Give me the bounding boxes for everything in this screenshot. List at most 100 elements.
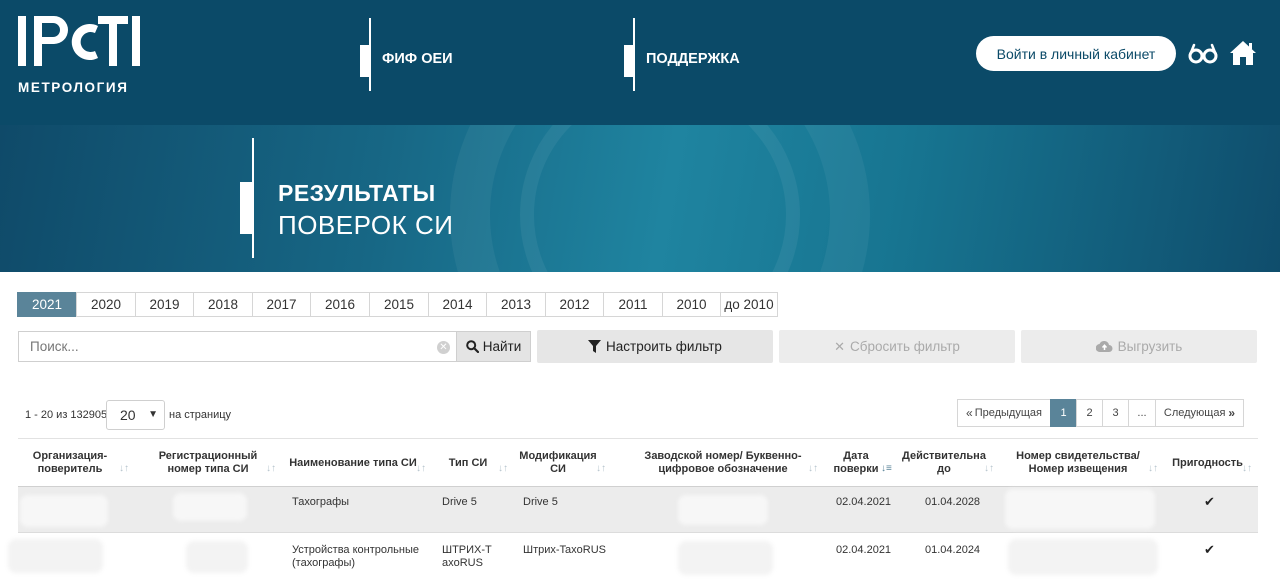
- double-chevron-left-icon: «: [966, 406, 973, 420]
- search-icon: [465, 340, 479, 353]
- sort-icon[interactable]: ↓↑: [596, 463, 606, 474]
- nav-label[interactable]: ПОДДЕРЖКА: [646, 51, 740, 67]
- page-title: РЕЗУЛЬТАТЫ: [278, 180, 436, 206]
- logo-subtitle: МЕТРОЛОГИЯ: [18, 80, 129, 95]
- banner-code-texture: [995, 127, 1280, 144]
- check-icon: ✔: [1204, 542, 1215, 557]
- column-header[interactable]: Дата поверки: [826, 439, 886, 487]
- nav-marker: [624, 45, 633, 77]
- nav-marker: [360, 45, 369, 77]
- next-page-button[interactable]: Следующая »: [1155, 399, 1244, 427]
- sort-icon[interactable]: ↓↑: [1242, 463, 1252, 474]
- filter-icon: [588, 340, 602, 353]
- banner-marker: [240, 182, 252, 234]
- find-button[interactable]: Найти: [456, 331, 531, 362]
- tab-year-2019[interactable]: 2019: [135, 292, 194, 317]
- tab-year-2012[interactable]: 2012: [545, 292, 604, 317]
- table-header: Организация-поверитель ↓↑ Регистрационны…: [18, 438, 1258, 487]
- clear-icon[interactable]: ✕: [437, 341, 450, 354]
- tab-year-2014[interactable]: 2014: [428, 292, 487, 317]
- column-header[interactable]: Номер свидетельства/ Номер извещения: [1013, 439, 1143, 487]
- cell-valid-until: 01.04.2028: [925, 496, 981, 508]
- redacted-cell: [186, 541, 248, 573]
- filter-label: Настроить фильтр: [606, 339, 722, 354]
- tab-year-2011[interactable]: 2011: [603, 292, 663, 317]
- sort-desc-icon[interactable]: ↓≡: [881, 463, 892, 474]
- tab-year-2010[interactable]: 2010: [662, 292, 721, 317]
- double-chevron-right-icon: »: [1228, 406, 1236, 420]
- column-header[interactable]: Организация-поверитель: [30, 439, 110, 487]
- nav-label[interactable]: ФИФ ОЕИ: [382, 51, 453, 67]
- cell-date: 02.04.2021: [836, 496, 892, 508]
- page-2-button[interactable]: 2: [1076, 399, 1103, 427]
- column-header[interactable]: Наименование типа СИ: [288, 439, 418, 487]
- reset-filter-button[interactable]: ✕ Сбросить фильтр: [779, 330, 1015, 363]
- check-icon: ✔: [1204, 494, 1215, 509]
- sort-icon[interactable]: ↓↑: [984, 463, 994, 474]
- nav-divider: [369, 18, 371, 91]
- page-banner: РЕЗУЛЬТАТЫ ПОВЕРОК СИ: [0, 125, 1280, 272]
- close-icon: ✕: [834, 338, 845, 354]
- search-placeholder: Поиск...: [30, 339, 79, 354]
- cell-modification: Штрих-TaxoRUS: [523, 544, 607, 556]
- sort-icon[interactable]: ↓↑: [416, 463, 426, 474]
- redacted-cell: [20, 495, 108, 527]
- find-label: Найти: [482, 339, 522, 354]
- configure-filter-button[interactable]: Настроить фильтр: [537, 330, 773, 363]
- cell-type-name: Устройства контрольные (тахографы): [292, 544, 420, 569]
- redacted-cell: [1005, 489, 1155, 529]
- column-header[interactable]: Регистрационный номер типа СИ: [153, 439, 263, 487]
- tab-year-2013[interactable]: 2013: [486, 292, 546, 317]
- tab-year-2016[interactable]: 2016: [310, 292, 370, 317]
- page-1-button[interactable]: 1: [1050, 399, 1077, 427]
- cell-type: Drive 5: [442, 496, 477, 508]
- pagination: « Предыдущая 1 2 3 ... Следующая »: [957, 399, 1244, 427]
- per-page-value: 20: [120, 407, 136, 423]
- banner-divider: [252, 138, 254, 258]
- redacted-cell: [8, 539, 103, 573]
- tab-year-2017[interactable]: 2017: [252, 292, 311, 317]
- sort-icon[interactable]: ↓↑: [119, 463, 129, 474]
- tab-year-2015[interactable]: 2015: [369, 292, 429, 317]
- sort-icon[interactable]: ↓↑: [1148, 463, 1158, 474]
- results-range: 1 - 20 из 132905: [25, 409, 108, 421]
- column-header[interactable]: Действительна до: [902, 439, 986, 487]
- nav-divider: [633, 18, 635, 91]
- page-3-button[interactable]: 3: [1102, 399, 1129, 427]
- table-row[interactable]: Устройства контрольные (тахографы) ШТРИХ…: [8, 533, 1258, 581]
- redacted-cell: [678, 495, 768, 525]
- login-button[interactable]: Войти в личный кабинет: [976, 36, 1176, 71]
- cell-modification: Drive 5: [523, 496, 558, 508]
- year-tabs: 2021 2020 2019 2018 2017 2016 2015 2014 …: [17, 292, 778, 317]
- cell-date: 02.04.2021: [836, 544, 892, 556]
- next-page-label: Следующая: [1163, 407, 1226, 419]
- column-header[interactable]: Тип СИ: [438, 439, 498, 487]
- column-header[interactable]: Заводской номер/ Буквенно-цифровое обозн…: [633, 439, 813, 487]
- tab-year-before-2010[interactable]: до 2010: [720, 292, 778, 317]
- site-header: МЕТРОЛОГИЯ ФИФ ОЕИ ПОДДЕРЖКА Войти в лич…: [0, 0, 1280, 125]
- cell-valid-until: 01.04.2024: [925, 544, 981, 556]
- reset-label: Сбросить фильтр: [849, 339, 960, 354]
- search-input[interactable]: Поиск... ✕: [18, 331, 456, 362]
- sort-icon[interactable]: ↓↑: [266, 463, 276, 474]
- home-icon[interactable]: [1229, 40, 1257, 66]
- table-row[interactable]: Тахографы Drive 5 Drive 5 02.04.2021 01.…: [18, 487, 1258, 533]
- column-header[interactable]: Пригодность: [1170, 439, 1245, 487]
- tab-year-2020[interactable]: 2020: [76, 292, 136, 317]
- per-page-label: на страницу: [169, 409, 232, 421]
- cell-type-name: Тахографы: [292, 496, 350, 508]
- column-header[interactable]: Модификация СИ: [518, 439, 598, 487]
- sort-icon[interactable]: ↓↑: [808, 463, 818, 474]
- tab-year-2018[interactable]: 2018: [193, 292, 253, 317]
- sort-icon[interactable]: ↓↑: [498, 463, 508, 474]
- page-ellipsis: ...: [1128, 399, 1156, 427]
- tab-year-2021[interactable]: 2021: [17, 292, 77, 317]
- export-button[interactable]: Выгрузить: [1021, 330, 1257, 363]
- per-page-select[interactable]: 20 ▼: [106, 400, 165, 430]
- page-subtitle: ПОВЕРОК СИ: [278, 210, 454, 240]
- prev-page-button[interactable]: « Предыдущая: [957, 399, 1051, 427]
- cell-type: ШТРИХ-TaxoRUS: [442, 544, 492, 569]
- export-label: Выгрузить: [1117, 339, 1183, 354]
- glasses-icon[interactable]: [1188, 42, 1218, 66]
- chevron-down-icon: ▼: [148, 409, 158, 420]
